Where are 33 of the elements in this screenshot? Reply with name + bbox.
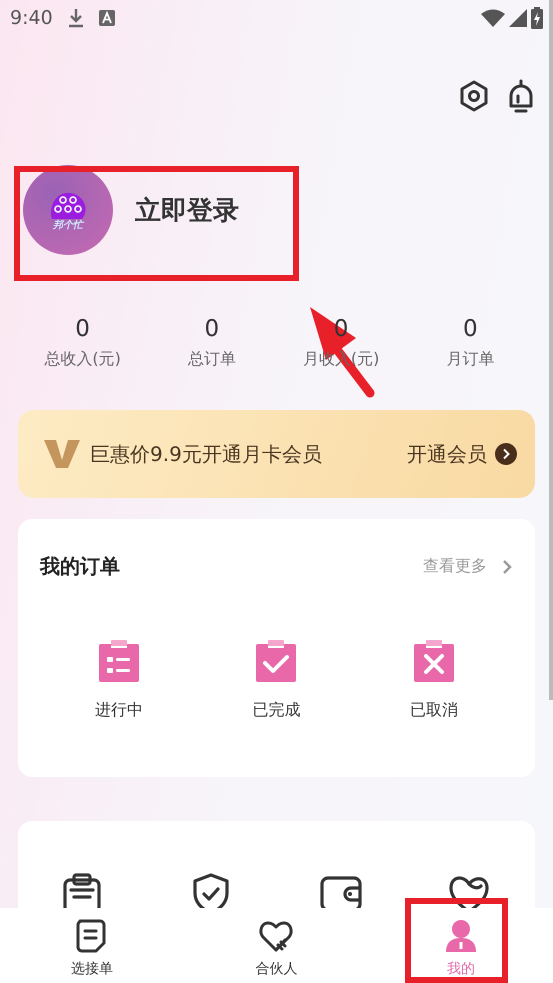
person-icon (444, 918, 478, 954)
stat-label: 总收入(元) (44, 349, 121, 369)
vip-banner[interactable]: 巨惠价9.9元开通月卡会员 开通会员 (18, 410, 535, 498)
order-status-item[interactable]: 已取消 (355, 638, 513, 721)
stat-label: 总订单 (188, 349, 236, 369)
signal-icon (509, 9, 527, 27)
order-status-item[interactable]: 已完成 (198, 638, 356, 721)
chevron-right-icon (495, 443, 517, 465)
stat-value: 0 (75, 315, 90, 343)
bell-icon (507, 79, 535, 115)
wifi-icon (481, 9, 505, 27)
battery-icon (531, 7, 543, 29)
check-clipboard-icon (254, 638, 298, 684)
chevron-right-icon (501, 558, 513, 576)
cross-clipboard-icon (412, 638, 456, 684)
nav-tab[interactable]: 合伙人 (184, 908, 369, 983)
stat-value: 0 (204, 315, 220, 343)
vip-offer-text: 巨惠价9.9元开通月卡会员 (90, 440, 322, 468)
list-clipboard-icon (96, 638, 141, 684)
v-badge-icon (44, 438, 80, 470)
stat-label: 月订单 (446, 349, 494, 369)
stat-value: 0 (463, 315, 478, 343)
logo-text: 邦个忙 (53, 221, 83, 231)
login-link[interactable]: 立即登录 (135, 192, 239, 228)
keyboard-icon (98, 10, 115, 26)
section-title: 我的订单 (40, 553, 120, 580)
download-icon (66, 8, 85, 28)
open-vip-button[interactable]: 开通会员 (407, 440, 517, 468)
settings-icon (459, 80, 489, 112)
order-status-item[interactable]: 进行中 (40, 638, 198, 721)
status-time: 9:40 (10, 7, 53, 29)
notification-button[interactable] (507, 79, 535, 115)
nav-tab[interactable]: 选接单 (0, 908, 184, 983)
